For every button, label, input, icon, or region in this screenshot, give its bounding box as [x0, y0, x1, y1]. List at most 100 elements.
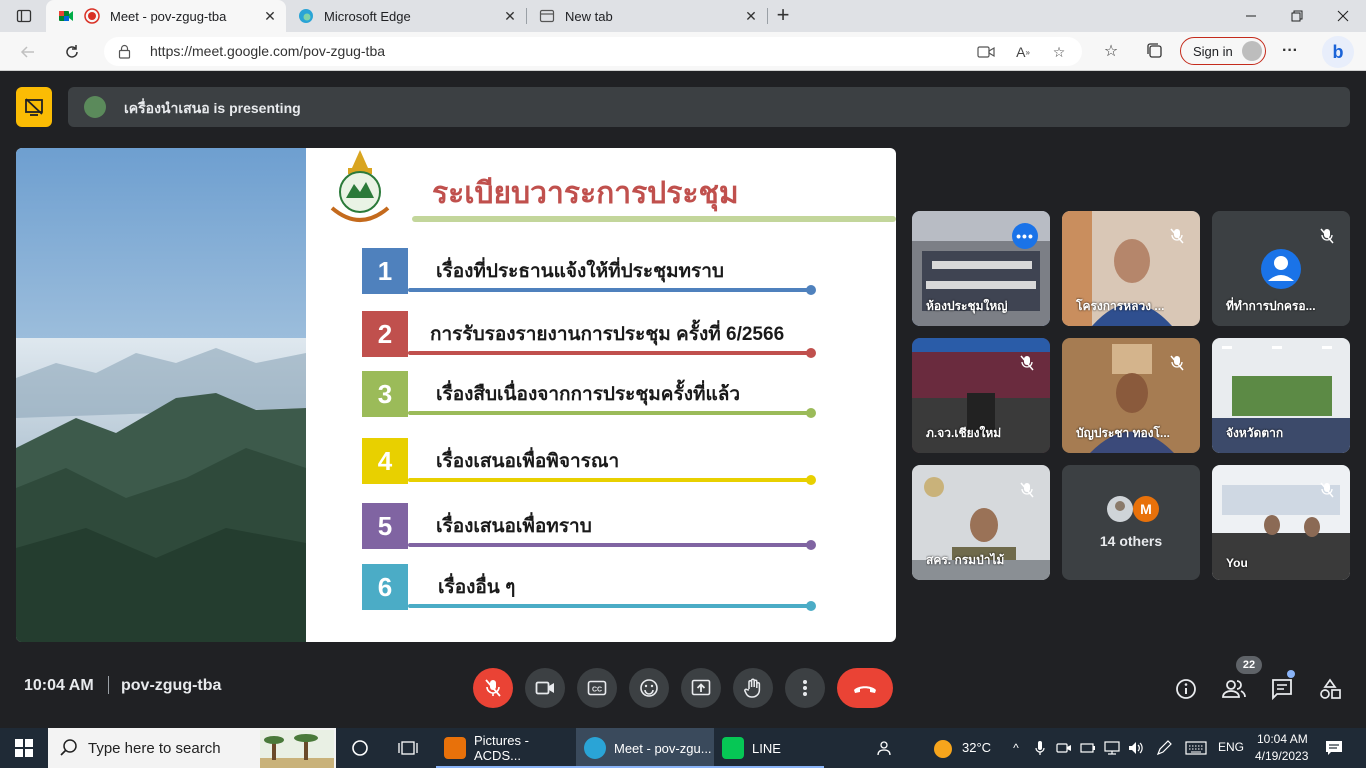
chat-icon[interactable] [1269, 676, 1295, 702]
taskbar-app-line[interactable]: LINE [714, 728, 824, 768]
raise-hand-button[interactable] [733, 668, 773, 708]
back-arrow-icon[interactable] [14, 38, 42, 66]
taskbar-app-label: Pictures - ACDS... [474, 733, 529, 763]
camera-in-use-icon[interactable] [1056, 740, 1072, 756]
touch-keyboard-icon[interactable] [1184, 740, 1208, 756]
restore-icon[interactable] [1274, 0, 1320, 32]
activities-icon[interactable] [1317, 676, 1343, 702]
svg-text:CC: CC [592, 687, 602, 694]
captions-button[interactable]: CC [577, 668, 617, 708]
close-window-icon[interactable] [1320, 0, 1366, 32]
taskbar-app-label: Meet - pov-zgu... [614, 740, 712, 756]
more-options-icon[interactable]: ••• [1012, 223, 1038, 249]
participant-tile[interactable]: โครงการหลวง ... [1062, 211, 1200, 326]
refresh-icon[interactable] [58, 38, 86, 66]
new-tab-page-icon [539, 8, 555, 24]
pen-icon[interactable] [1156, 740, 1172, 756]
tab-title: Meet - pov-zgug-tba [110, 8, 227, 24]
mic-off-icon [485, 679, 501, 697]
new-tab-plus-icon[interactable]: + [771, 4, 795, 28]
muted-mic-icon [1166, 352, 1188, 374]
camera-permission-icon[interactable] [977, 43, 995, 61]
muted-mic-icon [1166, 225, 1188, 247]
agenda-line [408, 288, 810, 292]
volume-icon[interactable] [1128, 740, 1144, 756]
tab-separator [767, 8, 768, 24]
bing-chat-icon[interactable]: b [1322, 36, 1354, 68]
collections-icon[interactable] [1144, 40, 1166, 62]
lock-icon[interactable] [118, 44, 131, 64]
presenting-banner: เครื่องนำเสนอ is presenting [68, 87, 1350, 127]
participant-tile[interactable]: จังหวัดตาก [1212, 338, 1350, 453]
unmute-button[interactable] [473, 668, 513, 708]
weather-sun-icon[interactable] [932, 738, 954, 760]
meeting-code: pov-zgug-tba [121, 677, 222, 694]
participant-tile[interactable]: ที่ทำการปกครอ... [1212, 211, 1350, 326]
self-tile[interactable]: You [1212, 465, 1350, 580]
taskbar-app-acdsee[interactable]: Pictures - ACDS... [436, 728, 576, 768]
participant-tile[interactable]: บัญประชา ทองโ... [1062, 338, 1200, 453]
participant-name: ที่ทำการปกครอ... [1226, 299, 1316, 313]
reactions-button[interactable] [629, 668, 669, 708]
taskbar-date[interactable]: 4/19/2023 [1255, 749, 1308, 763]
tab-meet[interactable]: Meet - pov-zgug-tba ✕ [46, 0, 286, 32]
network-icon[interactable] [1104, 740, 1120, 756]
other-avatar-letter: M [1140, 501, 1152, 517]
more-vertical-icon [803, 680, 807, 696]
agenda-line [408, 604, 810, 608]
favorites-icon[interactable]: ☆ [1100, 40, 1122, 62]
windows-start-icon[interactable] [0, 728, 48, 768]
mountain-landscape-image [16, 148, 306, 642]
read-aloud-icon[interactable]: A» [1014, 43, 1032, 61]
muted-mic-icon [1016, 352, 1038, 374]
close-tab-icon[interactable]: ✕ [743, 8, 759, 24]
search-placeholder: Type here to search [88, 740, 221, 757]
notifications-icon[interactable] [1324, 738, 1344, 758]
muted-mic-icon [1316, 479, 1338, 501]
close-tab-icon[interactable]: ✕ [262, 8, 278, 24]
agenda-number: 5 [362, 503, 408, 549]
present-now-button[interactable] [681, 668, 721, 708]
taskbar-time[interactable]: 10:04 AM [1257, 732, 1308, 746]
camera-button[interactable] [525, 668, 565, 708]
people-tray-icon[interactable] [876, 740, 892, 756]
agenda-dot [806, 540, 816, 550]
agenda-dot [806, 475, 816, 485]
acdsee-icon [444, 737, 466, 759]
tab-actions-icon[interactable] [8, 4, 40, 28]
weather-temperature[interactable]: 32°C [962, 740, 991, 755]
address-bar[interactable]: https://meet.google.com/pov-zgug-tba A» … [104, 37, 1082, 66]
close-tab-icon[interactable]: ✕ [502, 8, 518, 24]
meeting-details-icon[interactable] [1173, 676, 1199, 702]
taskbar-app-edge-meet[interactable]: Meet - pov-zgu... [576, 728, 714, 768]
stop-presenting-icon[interactable] [16, 87, 52, 127]
participant-tile[interactable]: สคร. กรมป่าไม้ [912, 465, 1050, 580]
input-language[interactable]: ENG [1218, 740, 1244, 754]
line-icon [722, 737, 744, 759]
participant-tile[interactable]: ภ.จว.เชียงใหม่ [912, 338, 1050, 453]
add-favorite-icon[interactable]: ☆ [1050, 43, 1068, 61]
tab-microsoft-edge[interactable]: Microsoft Edge ✕ [286, 0, 526, 32]
people-icon[interactable] [1221, 676, 1247, 702]
participant-tile[interactable]: ••• ห้องประชุมใหญ่ [912, 211, 1050, 326]
agenda-item-1: 1 เรื่องที่ประธานแจ้งให้ที่ประชุมทราบ [362, 248, 822, 295]
task-view-icon[interactable] [396, 736, 420, 760]
leave-call-button[interactable] [837, 668, 893, 708]
others-tile[interactable]: M 14 others [1062, 465, 1200, 580]
cortana-icon[interactable] [348, 736, 372, 760]
tab-new-tab[interactable]: New tab ✕ [527, 0, 767, 32]
more-options-button[interactable] [785, 668, 825, 708]
sign-in-button[interactable]: Sign in [1180, 37, 1266, 65]
minimize-icon[interactable] [1228, 0, 1274, 32]
more-menu-icon[interactable]: ··· [1279, 40, 1301, 62]
power-icon[interactable] [1080, 740, 1096, 756]
agenda-label: เรื่องเสนอเพื่อทราบ [436, 516, 592, 537]
camera-icon [535, 681, 554, 695]
taskbar-search-input[interactable]: Type here to search [48, 728, 336, 768]
agenda-dot [806, 408, 816, 418]
edge-icon [298, 8, 314, 24]
show-hidden-icons-icon[interactable]: ^ [1008, 740, 1024, 756]
microphone-in-use-icon[interactable] [1032, 740, 1048, 756]
search-highlight-image [260, 730, 334, 768]
agenda-line [408, 543, 810, 547]
